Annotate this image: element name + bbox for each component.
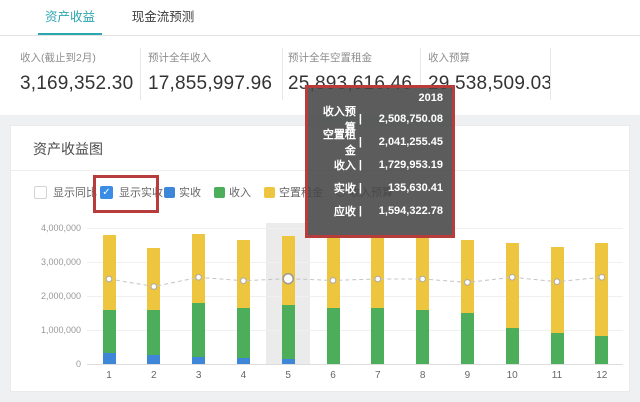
metric-income-to-date: 收入(截止到2月) 3,169,352.30: [20, 50, 133, 95]
legend-label: 收入: [229, 184, 251, 200]
legend-item-income[interactable]: 收入: [214, 184, 251, 200]
tooltip-row: 实收|135,630.41: [316, 176, 443, 199]
check-icon[interactable]: ✓: [100, 186, 113, 199]
checkbox-unchecked-icon[interactable]: [34, 186, 47, 199]
budget-point-month-4[interactable]: [241, 278, 247, 284]
legend-label: 实收: [179, 184, 201, 200]
budget-point-month-7[interactable]: [375, 276, 381, 282]
tab-asset-income[interactable]: 资产收益: [38, 0, 102, 35]
budget-point-month-9[interactable]: [465, 280, 471, 286]
budget-point-month-12[interactable]: [599, 275, 605, 281]
dashboard-screen: 资产收益 现金流预测 收入(截止到2月) 3,169,352.30 预计全年收入…: [0, 0, 640, 402]
legend-item-actual[interactable]: 实收: [164, 184, 201, 200]
tab-cashflow-forecast[interactable]: 现金流预测: [128, 0, 198, 35]
chart-tooltip: 2018 收入预算|2,508,750.08空置租金|2,041,255.45收…: [305, 85, 455, 238]
metric-divider: [140, 48, 141, 100]
tab-cashflow-forecast-label: 现金流预测: [132, 10, 195, 24]
tooltip-row: 应收|1,594,322.78: [316, 199, 443, 222]
metric-value: 3,169,352.30: [20, 73, 133, 95]
budget-point-month-3[interactable]: [196, 275, 202, 281]
budget-dashed-line: [109, 277, 602, 286]
metric-annual-income-forecast: 预计全年收入 17,855,997.96: [148, 50, 272, 95]
checkbox-show-actual[interactable]: ✓ 显示实收: [100, 184, 163, 200]
metric-label: 预计全年收入: [148, 50, 272, 65]
chart-title: 资产收益图: [33, 139, 103, 159]
metric-label: 收入(截止到2月): [20, 50, 133, 65]
checkbox-label: 显示实收: [119, 184, 163, 200]
metric-divider: [550, 48, 551, 100]
top-tab-bar: 资产收益 现金流预测: [0, 0, 640, 36]
metric-label: 预计全年空置租金: [288, 50, 412, 65]
checkbox-label: 显示同比: [53, 184, 97, 200]
tooltip-rows: 收入预算|2,508,750.08空置租金|2,041,255.45收入|1,7…: [316, 107, 443, 222]
metric-value: 17,855,997.96: [148, 73, 272, 95]
legend-swatch-yellow: [264, 187, 275, 198]
budget-point-month-1[interactable]: [106, 276, 112, 282]
tooltip-row: 空置租金|2,041,255.45: [316, 130, 443, 153]
checkbox-show-yoy[interactable]: 显示同比: [34, 184, 97, 200]
tooltip-row: 收入|1,729,953.19: [316, 153, 443, 176]
budget-point-month-11[interactable]: [554, 279, 560, 285]
legend-swatch-blue: [164, 187, 175, 198]
budget-point-month-8[interactable]: [420, 276, 426, 282]
tab-asset-income-label: 资产收益: [45, 10, 95, 24]
metric-label: 收入预算: [428, 50, 552, 65]
budget-point-month-2[interactable]: [151, 284, 157, 290]
budget-point-month-5[interactable]: [283, 274, 293, 284]
budget-point-month-10[interactable]: [509, 275, 515, 281]
metric-divider: [282, 48, 283, 100]
legend-swatch-green: [214, 187, 225, 198]
budget-point-month-6[interactable]: [330, 278, 336, 284]
